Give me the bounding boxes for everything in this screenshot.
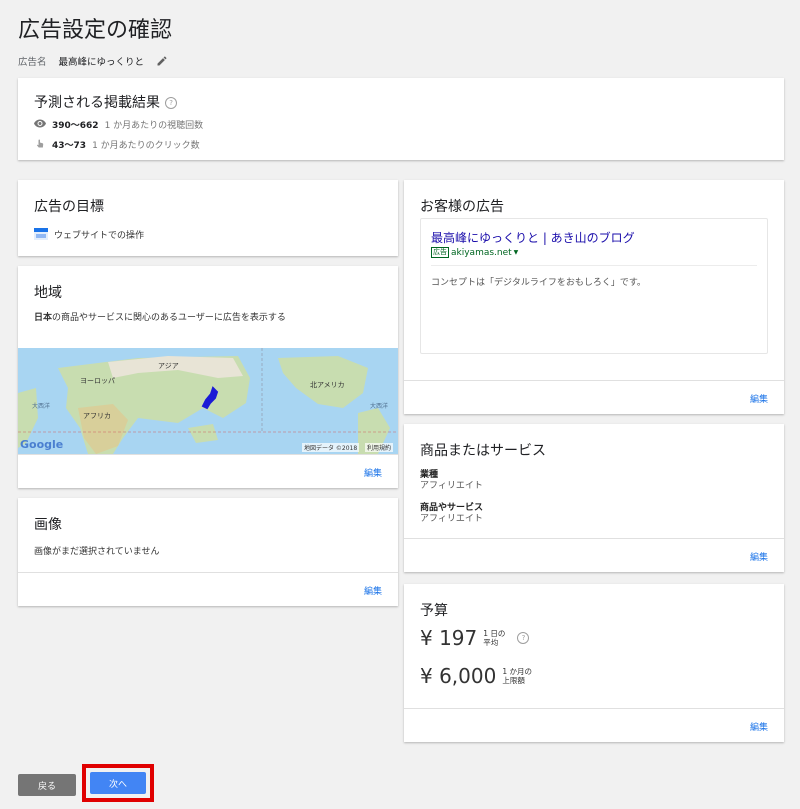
budget-divider xyxy=(404,708,784,709)
your-ad-divider xyxy=(404,380,784,381)
map-label-africa: アフリカ xyxy=(83,412,111,420)
help-icon[interactable]: ? xyxy=(165,96,178,109)
image-divider xyxy=(18,572,398,573)
region-title: 地域 xyxy=(34,285,62,301)
budget-card: 予算 ¥ 197 1 日の 平均 ? ¥ 6,000 1 か月の 上限額 編集 xyxy=(404,584,784,742)
pencil-icon[interactable] xyxy=(156,55,168,67)
region-country: 日本 xyxy=(34,313,53,323)
goal-title: 広告の目標 xyxy=(34,199,104,215)
next-button[interactable]: 次へ xyxy=(90,772,146,794)
map-label-atlantic-left: 大西洋 xyxy=(32,403,51,410)
map-label-europe: ヨーロッパ xyxy=(80,377,115,385)
monthly-label-1: 1 か月の xyxy=(502,667,532,676)
map-label-north-america: 北アメリカ xyxy=(310,381,345,389)
monthly-amount: ¥ 6,000 xyxy=(420,664,497,688)
your-ad-title: お客様の広告 xyxy=(420,199,504,215)
region-edit-link[interactable]: 編集 xyxy=(364,466,382,479)
daily-amount: ¥ 197 xyxy=(420,626,478,650)
back-button[interactable]: 戻る xyxy=(18,774,76,796)
region-map[interactable]: アジア ヨーロッパ アフリカ 北アメリカ 大西洋 大西洋 Google 地図デー… xyxy=(18,348,398,454)
image-title: 画像 xyxy=(34,517,62,533)
map-label-asia: アジア xyxy=(158,362,179,370)
caret-down-icon[interactable]: ▼ xyxy=(514,249,519,256)
ad-preview: 最高峰にゆっくりと | あき山のブログ 広告 akiyamas.net ▼ コン… xyxy=(420,218,768,354)
map-terms-link[interactable]: 利用規約 xyxy=(365,443,394,452)
region-card: 地域 日本の商品やサービスに関心のあるユーザーに広告を表示する アジア ヨーロッ… xyxy=(18,266,398,488)
google-logo: Google xyxy=(20,438,64,451)
goal-value: ウェブサイトでの操作 xyxy=(54,231,145,241)
page-title: 広告設定の確認 xyxy=(18,18,173,43)
image-card: 画像 画像がまだ選択されていません 編集 xyxy=(18,498,398,606)
image-description: 画像がまだ選択されていません xyxy=(34,547,160,557)
ad-name-label: 広告名 xyxy=(18,57,47,68)
budget-edit-link[interactable]: 編集 xyxy=(750,720,768,733)
map-data-credit: 地図データ ©2018 xyxy=(302,443,360,452)
ad-name-value: 最高峰にゆっくりと xyxy=(58,57,145,68)
ad-url: akiyamas.net xyxy=(451,247,512,258)
product-value: アフィリエイト xyxy=(420,514,483,524)
product-title: 商品またはサービス xyxy=(420,443,546,459)
product-card: 商品またはサービス 業種 アフィリエイト 商品やサービス アフィリエイト 編集 xyxy=(404,424,784,572)
product-edit-link[interactable]: 編集 xyxy=(750,550,768,563)
product-divider xyxy=(404,538,784,539)
ad-name-row: 広告名 最高峰にゆっくりと xyxy=(18,54,168,68)
goal-card: 広告の目標 ウェブサイトでの操作 xyxy=(18,180,398,256)
region-description: 日本の商品やサービスに関心のあるユーザーに広告を表示する xyxy=(34,310,286,323)
eye-icon xyxy=(34,119,46,131)
ad-description: コンセプトは「デジタルライフをおもしろく」です。 xyxy=(431,278,646,288)
website-icon xyxy=(34,225,48,244)
image-edit-link[interactable]: 編集 xyxy=(364,584,382,597)
region-description-rest: の商品やサービスに関心のあるユーザーに広告を表示する xyxy=(52,313,286,323)
help-icon[interactable]: ? xyxy=(517,632,530,644)
clicks-label: 1 か月あたりのクリック数 xyxy=(92,141,200,151)
your-ad-edit-link[interactable]: 編集 xyxy=(750,392,768,405)
clicks-value: 43〜73 xyxy=(52,141,87,151)
forecast-title: 予測される掲載結果 xyxy=(34,95,160,111)
category-value: アフィリエイト xyxy=(420,481,483,491)
map-label-atlantic-right: 大西洋 xyxy=(370,403,389,410)
budget-title: 予算 xyxy=(420,603,448,619)
product-label: 商品やサービス xyxy=(420,503,484,513)
your-ad-card: お客様の広告 最高峰にゆっくりと | あき山のブログ 広告 akiyamas.n… xyxy=(404,180,784,414)
ad-headline-link[interactable]: 最高峰にゆっくりと | あき山のブログ xyxy=(431,229,635,246)
daily-label-1: 1 日の xyxy=(483,629,506,638)
monthly-label-2: 上限額 xyxy=(502,676,525,685)
region-divider xyxy=(18,454,398,455)
views-label: 1 か月あたりの視聴回数 xyxy=(104,121,204,131)
forecast-card: 予測される掲載結果 ? 390〜662 1 か月あたりの視聴回数 43〜73 1… xyxy=(18,78,784,160)
daily-label-2: 平均 xyxy=(483,638,499,647)
category-label: 業種 xyxy=(420,470,439,480)
views-value: 390〜662 xyxy=(52,121,99,131)
touch-icon xyxy=(34,137,46,152)
ad-badge: 広告 xyxy=(431,247,449,258)
